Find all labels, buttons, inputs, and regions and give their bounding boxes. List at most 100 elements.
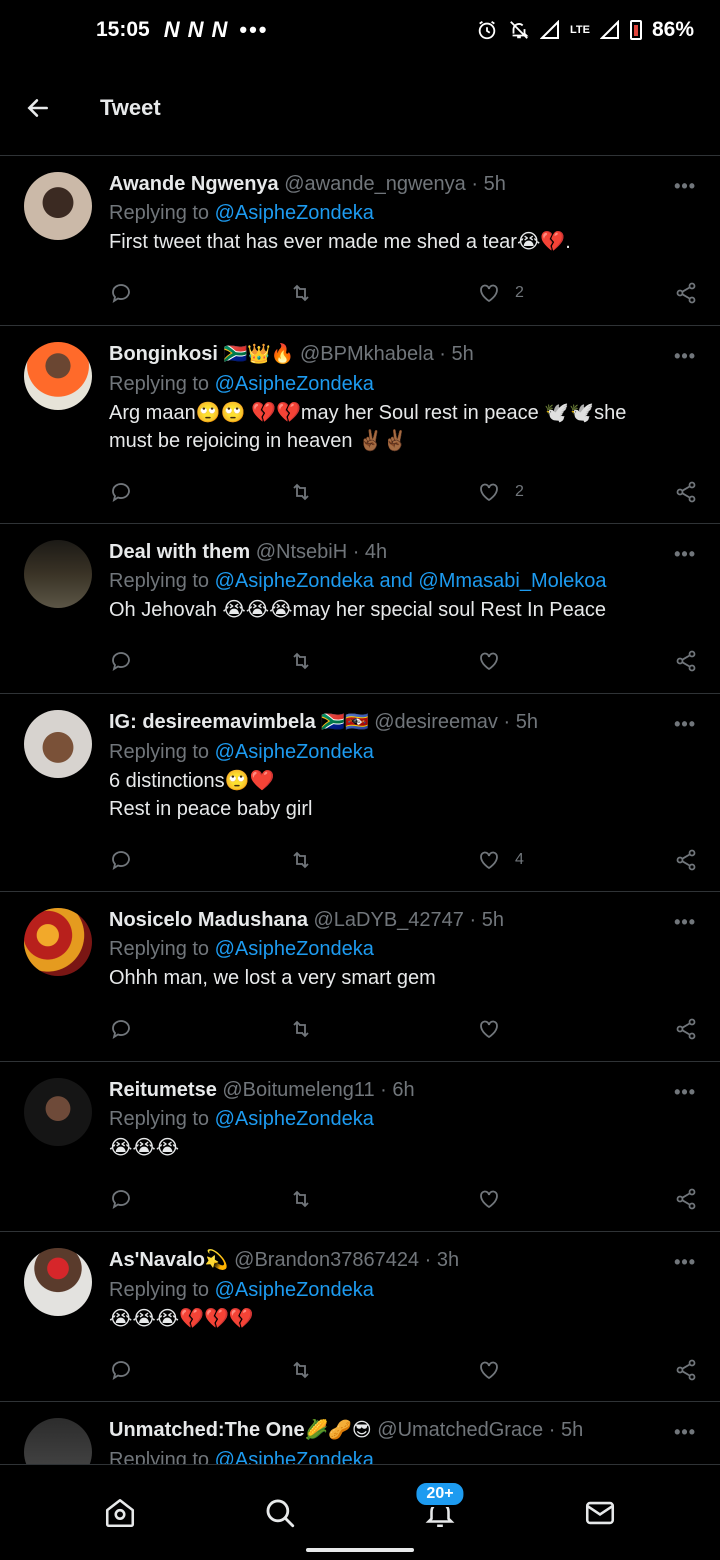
share-button[interactable] bbox=[674, 1017, 698, 1041]
more-options-icon[interactable]: ••• bbox=[674, 1082, 696, 1103]
author-handle[interactable]: @NtsebiH bbox=[256, 541, 347, 563]
tweet[interactable]: ••• Awande Ngwenya @awande_ngwenya · 5h … bbox=[0, 156, 720, 326]
replying-mention[interactable]: @AsipheZondeka bbox=[215, 938, 374, 960]
tweet-time[interactable]: 3h bbox=[437, 1249, 459, 1271]
retweet-button[interactable] bbox=[289, 1187, 313, 1211]
author-name[interactable]: Nosicelo Madushana bbox=[109, 909, 308, 931]
tweet-time[interactable]: 5h bbox=[451, 343, 473, 365]
replying-mention[interactable]: @AsipheZondeka and @Mmasabi_Molekoa bbox=[215, 570, 607, 592]
share-button[interactable] bbox=[674, 1358, 698, 1382]
author-name[interactable]: Reitumetse bbox=[109, 1079, 217, 1101]
more-options-icon[interactable]: ••• bbox=[674, 1422, 696, 1443]
reply-feed[interactable]: ••• Awande Ngwenya @awande_ngwenya · 5h … bbox=[0, 156, 720, 1464]
reply-button[interactable] bbox=[109, 1187, 133, 1211]
author-name[interactable]: Awande Ngwenya bbox=[109, 173, 279, 195]
status-more-icon: ••• bbox=[239, 17, 269, 42]
notifications-badge: 20+ bbox=[414, 1480, 466, 1507]
retweet-button[interactable] bbox=[289, 281, 313, 305]
author-handle[interactable]: @Boitumeleng11 bbox=[222, 1079, 374, 1101]
share-button[interactable] bbox=[674, 480, 698, 504]
more-options-icon[interactable]: ••• bbox=[674, 346, 696, 367]
avatar[interactable] bbox=[24, 172, 92, 240]
arrow-left-icon bbox=[27, 98, 48, 117]
more-options-icon[interactable]: ••• bbox=[674, 714, 696, 735]
tweet-time[interactable]: 4h bbox=[365, 541, 387, 563]
tweet[interactable]: ••• As'Navalo💫 @Brandon37867424 · 3h Rep… bbox=[0, 1232, 720, 1402]
replying-label: Replying to bbox=[109, 202, 210, 224]
tweet-actions bbox=[109, 1333, 698, 1407]
avatar[interactable] bbox=[24, 1248, 92, 1316]
author-handle[interactable]: @desireemav bbox=[374, 711, 498, 733]
more-options-icon[interactable]: ••• bbox=[674, 1252, 696, 1273]
author-handle[interactable]: @UmatchedGrace bbox=[377, 1419, 543, 1441]
tweet[interactable]: ••• Deal with them @NtsebiH · 4h Replyin… bbox=[0, 524, 720, 694]
retweet-button[interactable] bbox=[289, 649, 313, 673]
author-name[interactable]: As'Navalo bbox=[109, 1249, 205, 1271]
nav-home[interactable] bbox=[80, 1473, 160, 1553]
author-handle[interactable]: @awande_ngwenya bbox=[284, 173, 466, 195]
tweet[interactable]: ••• Unmatched:The One🌽🥜😎 @UmatchedGrace … bbox=[0, 1402, 720, 1464]
like-button[interactable]: 2 bbox=[477, 281, 524, 305]
reply-button[interactable] bbox=[109, 480, 133, 504]
avatar[interactable] bbox=[24, 342, 92, 410]
reply-button[interactable] bbox=[109, 1358, 133, 1382]
tweet[interactable]: ••• Nosicelo Madushana @LaDYB_42747 · 5h… bbox=[0, 892, 720, 1062]
tweet[interactable]: ••• Reitumetse @Boitumeleng11 · 6h Reply… bbox=[0, 1062, 720, 1232]
share-button[interactable] bbox=[674, 649, 698, 673]
like-button[interactable] bbox=[477, 1358, 515, 1382]
retweet-button[interactable] bbox=[289, 1358, 313, 1382]
avatar[interactable] bbox=[24, 908, 92, 976]
avatar[interactable] bbox=[24, 1418, 92, 1464]
like-button[interactable]: 2 bbox=[477, 480, 524, 504]
tweet-time[interactable]: 5h bbox=[561, 1419, 583, 1441]
author-handle[interactable]: @LaDYB_42747 bbox=[314, 909, 464, 931]
more-options-icon[interactable]: ••• bbox=[674, 544, 696, 565]
like-button[interactable] bbox=[477, 1017, 515, 1041]
reply-button[interactable] bbox=[109, 649, 133, 673]
share-icon bbox=[676, 481, 696, 503]
author-name[interactable]: Bonginkosi bbox=[109, 343, 218, 365]
reply-button[interactable] bbox=[109, 1017, 133, 1041]
tweet-time[interactable]: 5h bbox=[484, 173, 506, 195]
retweet-button[interactable] bbox=[289, 1017, 313, 1041]
tweet[interactable]: ••• Bonginkosi 🇿🇦👑🔥 @BPMkhabela · 5h Rep… bbox=[0, 326, 720, 524]
nav-messages[interactable] bbox=[560, 1473, 640, 1553]
avatar[interactable] bbox=[24, 1078, 92, 1146]
tweet-actions bbox=[109, 992, 698, 1066]
reply-button[interactable] bbox=[109, 848, 133, 872]
avatar[interactable] bbox=[24, 540, 92, 608]
like-button[interactable] bbox=[477, 649, 515, 673]
tweet-time[interactable]: 6h bbox=[392, 1079, 414, 1101]
tweet[interactable]: ••• IG: desireemavimbela 🇿🇦🇸🇿 @desireema… bbox=[0, 694, 720, 892]
reply-icon bbox=[112, 851, 130, 870]
author-name[interactable]: Unmatched:The One bbox=[109, 1419, 305, 1441]
avatar[interactable] bbox=[24, 710, 92, 778]
share-button[interactable] bbox=[674, 1187, 698, 1211]
like-button[interactable] bbox=[477, 1187, 515, 1211]
more-options-icon[interactable]: ••• bbox=[674, 912, 696, 933]
like-button[interactable]: 4 bbox=[477, 848, 524, 872]
tweet-actions bbox=[109, 624, 698, 698]
tweet-time[interactable]: 5h bbox=[482, 909, 504, 931]
retweet-button[interactable] bbox=[289, 480, 313, 504]
nav-notifications[interactable]: 20+ bbox=[400, 1473, 480, 1553]
replying-mention[interactable]: @AsipheZondeka bbox=[215, 1108, 374, 1130]
replying-mention[interactable]: @AsipheZondeka bbox=[215, 202, 374, 224]
reply-button[interactable] bbox=[109, 281, 133, 305]
share-button[interactable] bbox=[674, 281, 698, 305]
nav-search[interactable] bbox=[240, 1473, 320, 1553]
replying-mention[interactable]: @AsipheZondeka bbox=[215, 373, 374, 395]
retweet-button[interactable] bbox=[289, 848, 313, 872]
more-options-icon[interactable]: ••• bbox=[674, 176, 696, 197]
author-handle[interactable]: @Brandon37867424 bbox=[234, 1249, 419, 1271]
replying-mention[interactable]: @AsipheZondeka bbox=[215, 741, 374, 763]
replying-mention[interactable]: @AsipheZondeka bbox=[215, 1449, 374, 1464]
replying-label: Replying to bbox=[109, 938, 210, 960]
author-name[interactable]: IG: desireemavimbela bbox=[109, 711, 316, 733]
tweet-time[interactable]: 5h bbox=[516, 711, 538, 733]
back-button[interactable] bbox=[0, 60, 76, 156]
replying-mention[interactable]: @AsipheZondeka bbox=[215, 1279, 374, 1301]
author-handle[interactable]: @BPMkhabela bbox=[300, 343, 434, 365]
author-name[interactable]: Deal with them bbox=[109, 541, 250, 563]
share-button[interactable] bbox=[674, 848, 698, 872]
